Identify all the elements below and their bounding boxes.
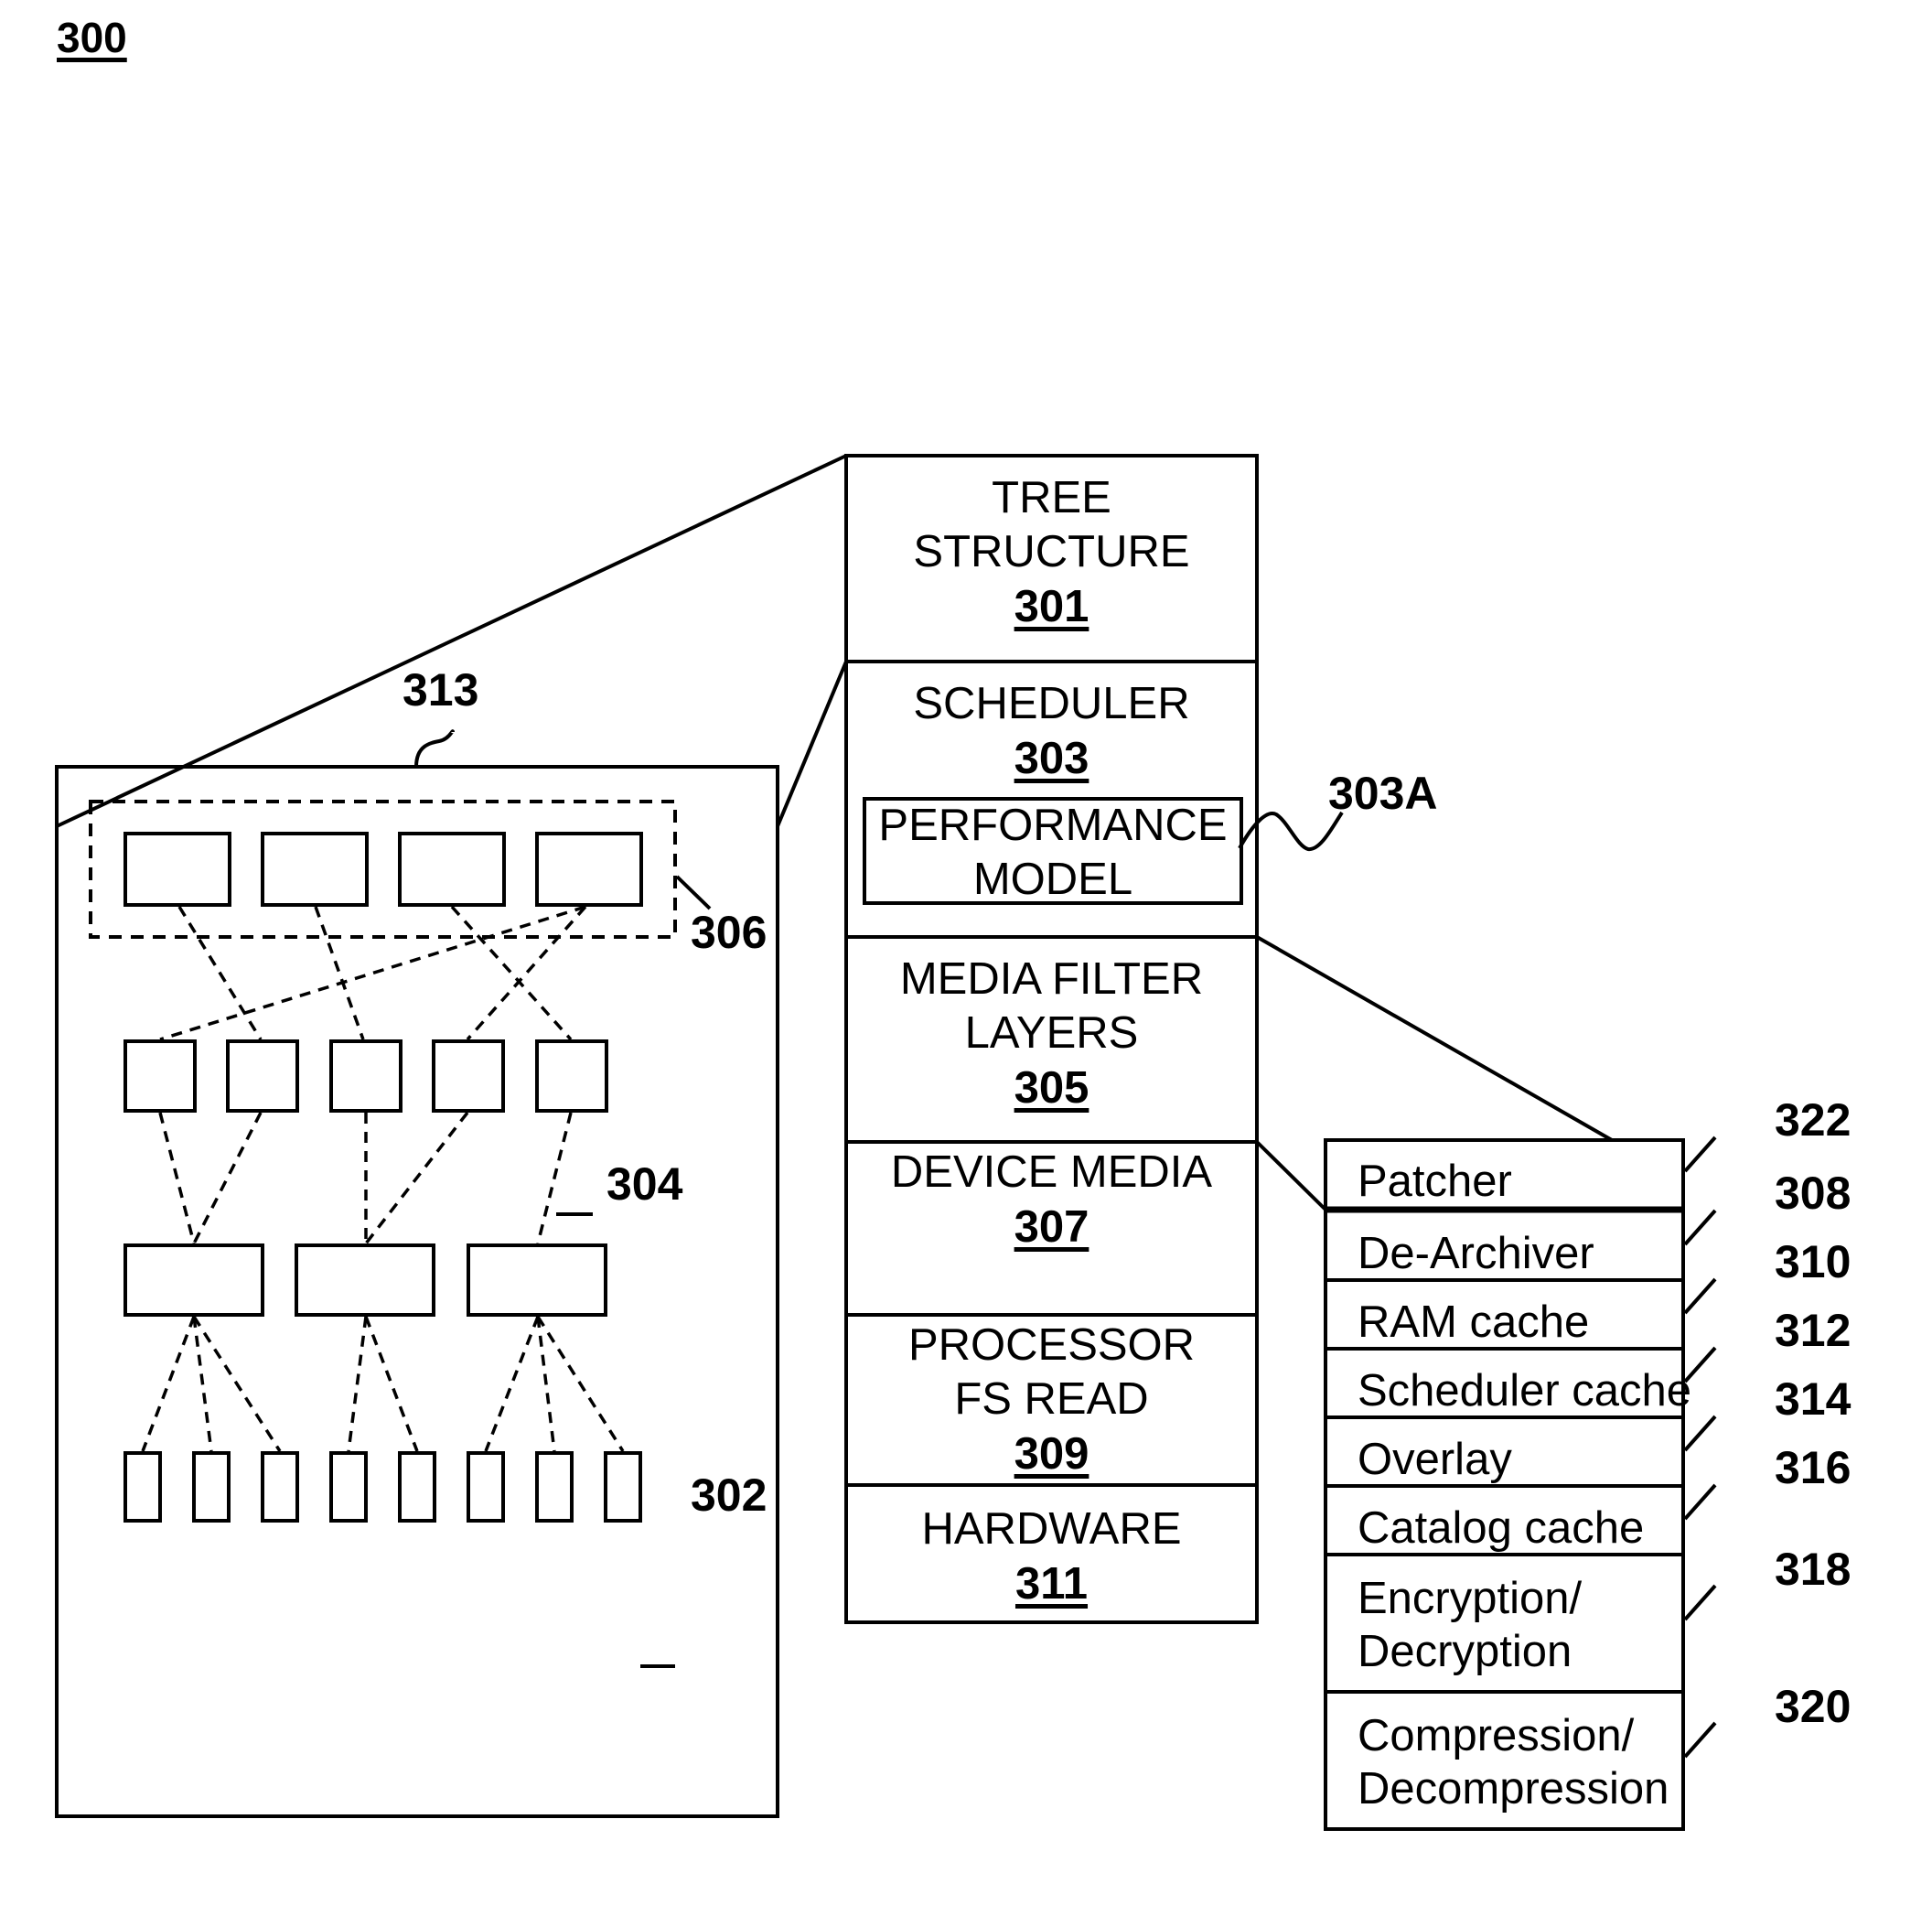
layer-ref: 307 xyxy=(1014,1202,1089,1252)
filter-item-encryption: Encryption/ Decryption xyxy=(1358,1572,1582,1678)
stack-layer-media-filter: MEDIA FILTER LAYERS 305 xyxy=(846,953,1257,1115)
root-node xyxy=(261,832,369,907)
stack-layer-processor: PROCESSOR FS READ 309 xyxy=(846,1319,1257,1481)
stack-layer-tree-structure: TREE STRUCTURE 301 xyxy=(846,471,1257,634)
filter-item-de-archiver: De-Archiver xyxy=(1358,1229,1594,1278)
leaf-node xyxy=(192,1451,231,1523)
tree-node xyxy=(467,1243,607,1317)
leaf-node xyxy=(123,1451,162,1523)
filter-leader xyxy=(1683,1136,1717,1173)
expansion-line-bottom xyxy=(776,661,848,827)
filter-item-compression: Compression/ Decompression xyxy=(1358,1709,1669,1815)
ref-label-compression: 320 xyxy=(1775,1681,1852,1732)
device-media-expansion-line xyxy=(1255,1140,1327,1211)
layer-ref: 301 xyxy=(1014,582,1089,631)
ref-label-nodes: 304 xyxy=(606,1158,683,1210)
expansion-line-top xyxy=(56,454,847,828)
filter-item-catalog-cache: Catalog cache xyxy=(1358,1503,1645,1553)
layer-caption: TREE xyxy=(992,473,1111,522)
layer-caption: HARDWARE xyxy=(921,1504,1182,1554)
layer-caption: LAYERS xyxy=(964,1008,1139,1058)
tree-panel xyxy=(55,765,779,1818)
layer-ref: 309 xyxy=(1014,1429,1089,1479)
ref-label-performance-model: 303A xyxy=(1328,768,1438,819)
filter-item-caption: Encryption/ xyxy=(1358,1574,1583,1623)
ref-label-overlay: 314 xyxy=(1775,1373,1852,1425)
tree-node xyxy=(535,1039,608,1113)
ref-label-root-group: 306 xyxy=(691,907,767,958)
performance-model-caption: MODEL xyxy=(972,855,1133,904)
layer-caption: STRUCTURE xyxy=(913,527,1190,576)
tree-node xyxy=(432,1039,505,1113)
filter-leader xyxy=(1683,1209,1717,1246)
filter-leader xyxy=(1683,1721,1717,1759)
ref-label-encryption: 318 xyxy=(1775,1544,1852,1595)
filter-item-caption: Compression/ xyxy=(1358,1711,1635,1760)
layer-ref: 311 xyxy=(1014,1559,1089,1609)
root-node xyxy=(535,832,643,907)
leaf-node xyxy=(535,1451,574,1523)
root-node xyxy=(123,832,231,907)
performance-model-caption: PERFORMANCE xyxy=(878,801,1228,850)
layer-caption: DEVICE MEDIA xyxy=(890,1147,1213,1197)
ref-label-ram-cache: 310 xyxy=(1775,1236,1852,1287)
leaf-node xyxy=(329,1451,368,1523)
leaf-node xyxy=(467,1451,505,1523)
layer-caption: FS READ xyxy=(954,1374,1149,1424)
layer-ref: 305 xyxy=(1014,1063,1089,1113)
filter-item-patcher: Patcher xyxy=(1358,1157,1512,1206)
leaf-node xyxy=(398,1451,436,1523)
filter-item-scheduler-cache: Scheduler cache xyxy=(1358,1366,1692,1415)
root-group-leader xyxy=(675,875,712,910)
tree-node xyxy=(295,1243,435,1317)
stack-layer-scheduler: SCHEDULER 303 xyxy=(846,677,1257,786)
layer-caption: PROCESSOR xyxy=(907,1320,1196,1370)
ref-label-leaves: 302 xyxy=(691,1469,767,1521)
filter-expansion-line xyxy=(1256,935,1613,1142)
filter-leader xyxy=(1683,1277,1717,1315)
root-node xyxy=(398,832,506,907)
performance-model-leader xyxy=(1238,811,1344,851)
filter-leader xyxy=(1683,1584,1717,1621)
leaf-node xyxy=(604,1451,642,1523)
layer-caption: MEDIA FILTER xyxy=(899,954,1204,1004)
ref-label-tree-panel: 313 xyxy=(402,664,479,716)
filter-leader xyxy=(1683,1483,1717,1521)
layer-ref: 303 xyxy=(1014,734,1089,783)
ref-label-patcher: 322 xyxy=(1775,1094,1852,1146)
ref-label-catalog-cache: 316 xyxy=(1775,1442,1852,1493)
tree-node xyxy=(123,1039,197,1113)
stack-layer-device-media: DEVICE MEDIA 307 xyxy=(846,1146,1257,1254)
tree-node xyxy=(123,1243,264,1317)
ref-label-scheduler-cache: 312 xyxy=(1775,1305,1852,1356)
root-group-boundary xyxy=(89,800,677,939)
layer-caption: SCHEDULER xyxy=(913,679,1190,728)
tree-panel-leader xyxy=(414,729,455,768)
filter-item-caption: Decompression xyxy=(1358,1764,1669,1814)
filter-item-overlay: Overlay xyxy=(1358,1435,1512,1484)
filter-item-caption: Decryption xyxy=(1358,1627,1572,1676)
stack-layer-hardware: HARDWARE 311 xyxy=(846,1502,1257,1611)
performance-model: PERFORMANCE MODEL xyxy=(864,799,1241,907)
tree-node xyxy=(329,1039,402,1113)
filter-item-ram-cache: RAM cache xyxy=(1358,1297,1590,1347)
ref-label-de-archiver: 308 xyxy=(1775,1168,1852,1219)
tree-node xyxy=(226,1039,299,1113)
filter-leader xyxy=(1683,1415,1717,1452)
leaf-node xyxy=(261,1451,299,1523)
tree-edges xyxy=(141,905,625,1452)
